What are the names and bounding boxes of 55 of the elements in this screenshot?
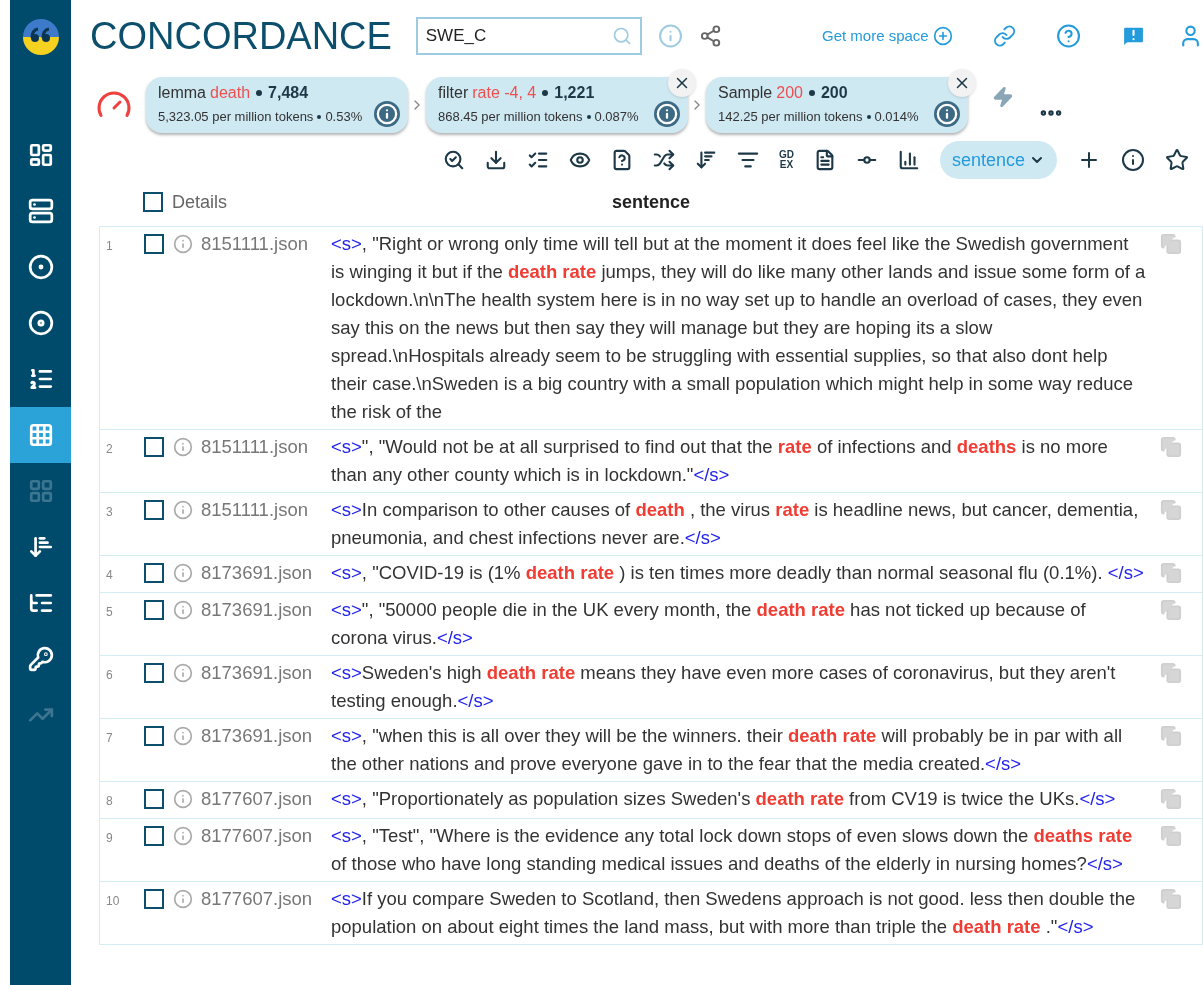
page-title: CONCORDANCE — [90, 13, 393, 59]
corpus-field[interactable]: SWE_C — [415, 17, 642, 55]
row-number: 3 — [105, 504, 114, 521]
document-name[interactable]: 8177607.json — [201, 885, 331, 941]
column-header: Details — [172, 190, 229, 214]
chip-label: lemma — [158, 83, 206, 103]
chip-frequency: 142.25 per million tokens — [718, 108, 863, 126]
document-name[interactable]: 8151111.json — [201, 230, 331, 426]
view-select[interactable]: sentence — [939, 141, 1057, 179]
get-more-space-link[interactable]: Get more space — [821, 24, 953, 48]
chip-count: 7,484 — [268, 83, 309, 103]
row-number: 4 — [105, 567, 114, 584]
sentence-text: <s>, "COVID-19 is (1% death rate ) is ten times more deadly than normal seasonal flu (0.1%). </s> — [331, 561, 1145, 585]
corpus-input[interactable]: SWE_C — [425, 23, 612, 49]
row-number: 10 — [105, 893, 121, 910]
document-name[interactable]: 8173691.json — [201, 559, 331, 589]
sentence-text: <s>Sweden's high death rate means they have even more cases of coronavirus, but they aren't testing enough.</s> — [331, 661, 1117, 713]
document-name[interactable]: 8173691.json — [201, 722, 331, 778]
chip-frequency: 868.45 per million tokens — [438, 108, 583, 126]
query-chip[interactable]: Sample 200 200 142.25 per million tokens 0.014% — [706, 77, 968, 133]
row-number: 8 — [105, 793, 114, 810]
sentence-text: <s>In comparison to other causes of death , the virus rate is headline news, but cancer, dementia, pneumonia, and chest infections never are.</s> — [331, 498, 1140, 550]
sentence-text: <s>, "when this is all over they will be the winners. their death rate will probably be in par with all the other nations and prove everyone gave in to the fear that the media created.</s> — [331, 724, 1124, 776]
column-header: sentence — [612, 190, 691, 214]
row-number: 9 — [105, 830, 114, 847]
chip-share: 0.014% — [874, 108, 919, 126]
chip-count: 1,221 — [554, 83, 595, 103]
document-name[interactable]: 8177607.json — [201, 785, 331, 815]
chip-share: 0.53% — [325, 108, 363, 126]
chip-value: rate -4, 4 — [472, 83, 537, 103]
chip-value: death — [210, 83, 251, 103]
document-name[interactable]: 8151111.json — [201, 496, 331, 552]
document-name[interactable]: 8173691.json — [201, 596, 331, 652]
chip-value: 200 — [776, 83, 803, 103]
query-chip[interactable]: lemma death 7,484 5,323.05 per million tokens 0.53% — [146, 77, 408, 133]
chip-count: 200 — [820, 83, 848, 103]
sentence-text: <s>, "Test", "Where is the evidence any total lock down stops of even slows down the deaths rate of those who have long standing medical issues and deaths of the elderly in nursing homes?</s> — [331, 824, 1134, 876]
query-chip[interactable]: filter rate -4, 4 1,221 868.45 per million tokens 0.087% — [426, 77, 688, 133]
sentence-text: <s>", "Would not be at all surprised to find out that the rate of infections and deaths is no more than any other county which is in lockdown."</s> — [331, 435, 1109, 487]
gdex-button[interactable]: GD EX — [778, 150, 794, 170]
row-number: 7 — [105, 730, 114, 747]
row-number: 6 — [105, 667, 114, 684]
sentence-text: <s>If you compare Sweden to Scotland, then Swedens approach is not good. less then double the population on about eight times the land mass, but with more than triple the death rate ."</s> — [331, 887, 1137, 939]
chip-label: filter — [438, 83, 469, 103]
document-name[interactable]: 8151111.json — [201, 433, 331, 489]
row-number: 5 — [105, 604, 114, 621]
row-number: 2 — [105, 441, 114, 458]
chip-label: Sample — [718, 83, 773, 103]
chip-share: 0.087% — [594, 108, 639, 126]
sentence-text: <s>, "Proportionately as population sizes Sweden's death rate from CV19 is twice the UKs.</s> — [331, 787, 1117, 811]
chip-frequency: 5,323.05 per million tokens — [158, 108, 314, 126]
document-name[interactable]: 8173691.json — [201, 659, 331, 715]
sentence-text: <s>", "50000 people die in the UK every month, the death rate has not ticked up because of corona virus.</s> — [331, 598, 1087, 650]
document-name[interactable]: 8177607.json — [201, 822, 331, 878]
row-number: 1 — [105, 238, 114, 255]
